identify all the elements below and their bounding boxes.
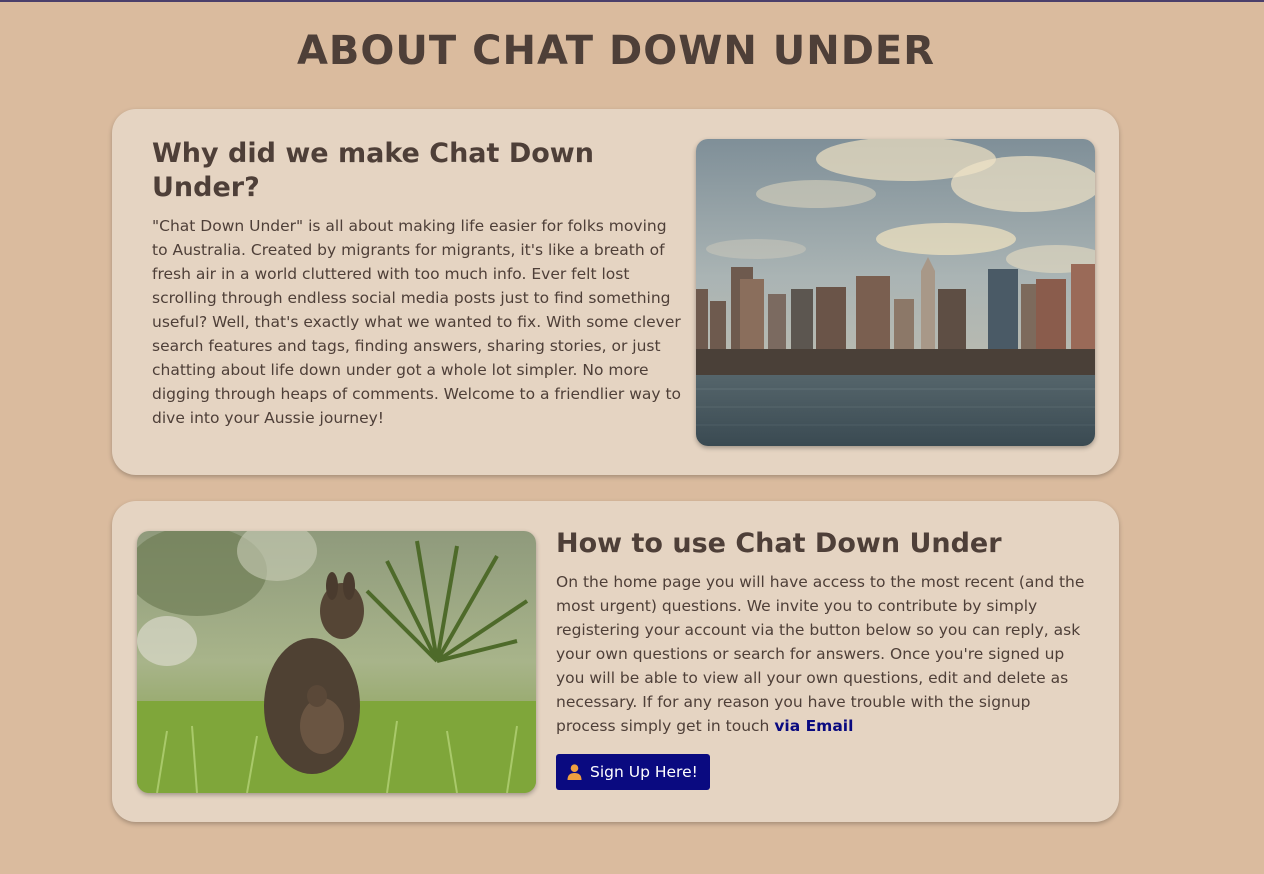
- about-body: "Chat Down Under" is all about making li…: [152, 217, 682, 427]
- about-heading: Why did we make Chat Down Under?: [152, 138, 594, 203]
- howto-heading: How to use Chat Down Under: [556, 528, 1002, 559]
- howto-body-text: On the home page you will have access to…: [556, 573, 1085, 735]
- signup-button[interactable]: Sign Up Here!: [556, 754, 710, 790]
- city-skyline-photo: [696, 139, 1095, 446]
- page-title: ABOUT CHAT DOWN UNDER: [296, 28, 936, 74]
- howto-body: On the home page you will have access to…: [556, 570, 1086, 738]
- signup-button-label: Sign Up Here!: [590, 763, 698, 781]
- wallaby-photo: [137, 531, 536, 793]
- about-text-block: Why did we make Chat Down Under? "Chat D…: [152, 137, 687, 430]
- about-card: Why did we make Chat Down Under? "Chat D…: [112, 109, 1119, 475]
- user-icon: [567, 764, 582, 780]
- email-link[interactable]: via Email: [774, 717, 853, 735]
- howto-text-block: How to use Chat Down Under On the home p…: [556, 527, 1086, 790]
- howto-card: How to use Chat Down Under On the home p…: [112, 501, 1119, 822]
